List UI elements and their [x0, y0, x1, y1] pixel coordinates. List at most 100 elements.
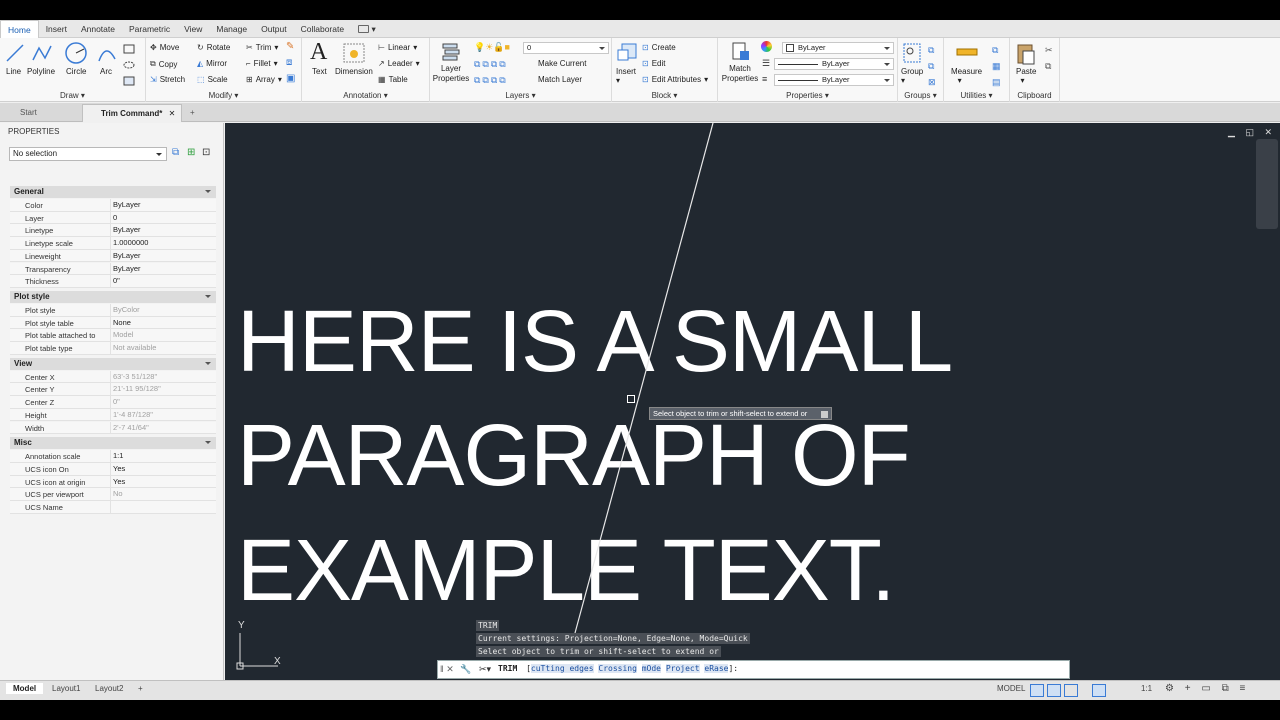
boundary-icon[interactable]	[123, 76, 135, 86]
property-row[interactable]: Linetype scale 1.0000000	[10, 237, 216, 250]
array-button[interactable]: ⊞ Array ▾	[246, 75, 282, 84]
property-row[interactable]: UCS per viewport No	[10, 488, 216, 501]
close-tab-icon[interactable]: ✕	[169, 109, 176, 118]
command-line-recent-icon[interactable]: ✂▾	[479, 664, 491, 675]
group-tools-icons[interactable]: ⧉ ⧉ ⊠	[928, 42, 936, 90]
property-value[interactable]: Yes	[110, 462, 216, 475]
group-button[interactable]: Group ▾	[901, 67, 923, 85]
explode-icon[interactable]: ⧈	[286, 57, 292, 68]
property-row[interactable]: Linetype ByLayer	[10, 224, 216, 238]
linear-button[interactable]: ⊢ Linear ▾	[378, 43, 417, 52]
groups-panel-title[interactable]: Groups	[904, 91, 930, 100]
property-row[interactable]: Height 1'-4 87/128"	[10, 408, 216, 422]
tab-layout1[interactable]: Layout1	[52, 684, 80, 693]
property-row[interactable]: UCS icon at origin Yes	[10, 475, 216, 489]
annotation-panel-title[interactable]: Annotation	[343, 91, 381, 100]
property-value[interactable]: Yes	[110, 475, 216, 488]
new-tab-button[interactable]: +	[182, 104, 195, 122]
stretch-button[interactable]: ⇲ Stretch	[150, 75, 185, 84]
draw-panel-title[interactable]: Draw	[60, 91, 79, 100]
line-icon[interactable]	[4, 42, 26, 64]
property-row[interactable]: Plot style table None	[10, 316, 216, 330]
command-prompt[interactable]: TRIM [cuTting edges Crossing mOde Projec…	[498, 664, 738, 673]
drawing-canvas[interactable]: ▁ ◱ ✕ HERE IS A SMALL PARAGRAPH OF EXAMP…	[225, 123, 1280, 680]
option-crossing[interactable]: Crossing	[598, 664, 637, 673]
ortho-icon[interactable]	[1064, 684, 1078, 697]
property-value[interactable]: ByLayer	[110, 262, 216, 275]
line-button[interactable]: Line	[6, 67, 21, 76]
tab-trim-command[interactable]: Trim Command* ✕	[82, 104, 182, 122]
property-row[interactable]: Plot style ByColor	[10, 303, 216, 317]
utility-tools-icons[interactable]: ⧉ ▦ ▤	[992, 42, 1001, 90]
tab-output[interactable]: Output	[254, 20, 294, 38]
modify-panel-title[interactable]: Modify	[209, 91, 233, 100]
property-row[interactable]: Thickness 0"	[10, 275, 216, 288]
add-layout-button[interactable]: +	[138, 684, 143, 693]
polyline-button[interactable]: Polyline	[27, 67, 55, 76]
pickadd-icon[interactable]: ⊡	[202, 147, 210, 158]
layer-properties-button[interactable]: Layer Properties	[432, 64, 470, 84]
tab-home[interactable]: Home	[0, 20, 39, 38]
property-value[interactable]: 2'-7 41/64"	[110, 421, 216, 434]
edit-block-button[interactable]: ⊡ Edit	[642, 59, 666, 68]
property-row[interactable]: Center Z 0"	[10, 396, 216, 409]
layer-dropdown[interactable]: 0	[523, 42, 609, 54]
command-line-grip-icon[interactable]: ‖ ✕	[440, 664, 454, 675]
snap-icon[interactable]	[1047, 684, 1061, 697]
tab-start[interactable]: Start	[2, 104, 92, 122]
property-value[interactable]: None	[110, 316, 216, 329]
linetype-icon[interactable]: ☰	[762, 58, 770, 69]
property-value[interactable]: Not available	[110, 342, 216, 354]
property-value[interactable]: 1:1	[110, 450, 216, 463]
tab-manage[interactable]: Manage	[209, 20, 254, 38]
selection-dropdown[interactable]: No selection	[9, 147, 167, 161]
rectangle-icon[interactable]	[123, 44, 135, 54]
text-button[interactable]: Text	[312, 67, 327, 76]
leader-button[interactable]: ↗ Leader ▾	[378, 59, 420, 68]
property-row[interactable]: UCS icon On Yes	[10, 462, 216, 476]
annotation-visibility-icon[interactable]	[1092, 684, 1106, 697]
table-button[interactable]: ▦ Table	[378, 75, 408, 84]
tab-collaborate[interactable]: Collaborate	[294, 20, 351, 38]
property-row[interactable]: Center Y 21'-11 95/128"	[10, 383, 216, 397]
property-value[interactable]: 63'-3 51/128"	[110, 370, 216, 383]
properties-panel-title[interactable]: Properties	[786, 91, 822, 100]
measure-icon[interactable]	[956, 46, 978, 58]
select-objects-icon[interactable]: ⊞	[187, 147, 195, 158]
rotate-button[interactable]: ↻ Rotate	[197, 43, 230, 52]
option-mode[interactable]: mOde	[641, 664, 661, 673]
option-project[interactable]: Project	[665, 664, 700, 673]
copy-button[interactable]: ⧉ Copy	[150, 59, 177, 69]
grid-icon[interactable]	[1030, 684, 1044, 697]
property-row[interactable]: Color ByLayer	[10, 199, 216, 212]
layer-tools-icons[interactable]: ⧉⧉⧉⧉	[474, 59, 508, 70]
property-value[interactable]: ByLayer	[110, 199, 216, 211]
section-plot[interactable]: Plot style	[10, 290, 216, 303]
property-row[interactable]: Plot table attached to Model	[10, 329, 216, 342]
section-misc[interactable]: Misc	[10, 437, 216, 450]
circle-icon[interactable]	[64, 41, 88, 65]
property-row[interactable]: Annotation scale 1:1	[10, 450, 216, 463]
measure-button[interactable]: Measure ▾	[951, 67, 982, 85]
text-icon[interactable]: A	[310, 39, 327, 66]
create-block-button[interactable]: ⊡ Create	[642, 43, 676, 52]
property-row[interactable]: Plot table type Not available	[10, 342, 216, 355]
property-value[interactable]: ByLayer	[110, 224, 216, 237]
match-properties-button[interactable]: Match Properties	[720, 64, 760, 84]
dimension-button[interactable]: Dimension	[335, 67, 373, 76]
lineweight-dropdown[interactable]: ByLayer	[774, 74, 894, 86]
tab-annotate[interactable]: Annotate	[74, 20, 122, 38]
dimension-icon[interactable]	[342, 42, 366, 64]
property-value[interactable]	[110, 501, 216, 513]
property-row[interactable]: Lineweight ByLayer	[10, 249, 216, 263]
layer-tools-icons-2[interactable]: ⧉⧉⧉⧉	[474, 75, 508, 86]
property-value[interactable]: Model	[110, 329, 216, 342]
insert-button[interactable]: Insert ▾	[616, 67, 636, 85]
layer-state-icons[interactable]: 💡☀🔓■	[474, 42, 510, 53]
erase-icon[interactable]: ✎	[286, 41, 294, 52]
property-row[interactable]: Layer 0	[10, 211, 216, 225]
layers-panel-title[interactable]: Layers	[505, 91, 529, 100]
option-erase[interactable]: eRase	[704, 664, 729, 673]
utilities-panel-title[interactable]: Utilities	[960, 91, 986, 100]
arc-button[interactable]: Arc	[100, 67, 112, 76]
